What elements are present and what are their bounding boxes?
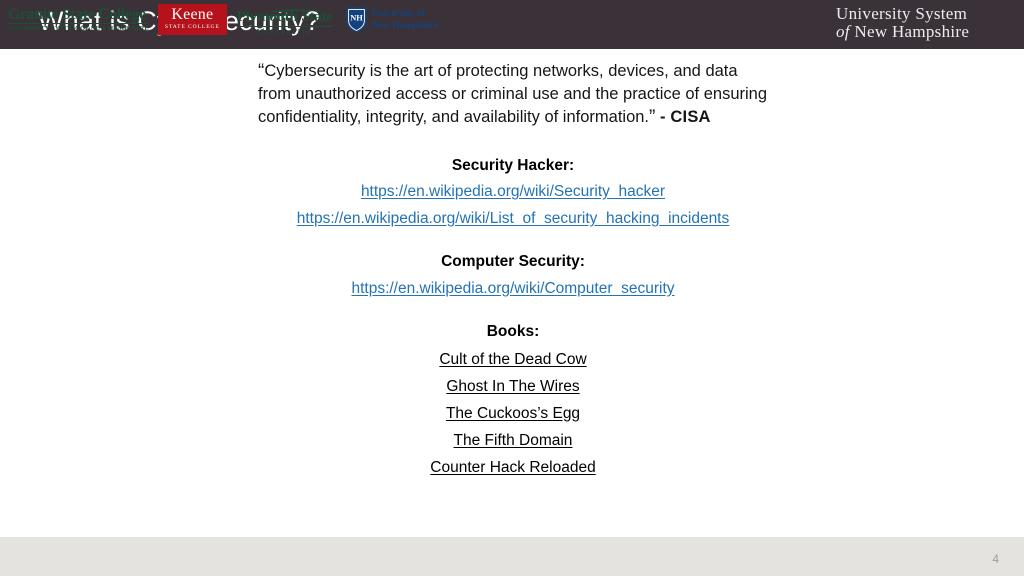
book-item[interactable]: Ghost In The Wires (258, 373, 768, 400)
plymouth-state-name: Plymouth State (236, 8, 333, 25)
plymouth-swoosh-icon (255, 4, 327, 12)
cisa-quote-block: “Cybersecurity is the art of protecting … (258, 60, 768, 130)
university-of-new-hampshire-logo: NH University of New Hampshire (346, 7, 438, 33)
keene-state-college-tagline: State College (164, 24, 220, 31)
plymouth-state-tagline: University (236, 25, 333, 36)
keene-state-college-name: Keene (171, 5, 214, 23)
granite-state-college-name: Granite State College (8, 7, 149, 25)
unh-line1: University of (371, 8, 425, 19)
usnh-logo-of: of (836, 21, 850, 41)
section-security-hacker: Security Hacker: https://en.wikipedia.or… (258, 153, 768, 233)
book-item[interactable]: Counter Hack Reloaded (258, 454, 768, 481)
book-item[interactable]: The Fifth Domain (258, 427, 768, 454)
spacer-after-quote (258, 130, 768, 153)
quote-attribution: - CISA (659, 108, 711, 127)
link-list-of-security-hacking-incidents[interactable]: https://en.wikipedia.org/wiki/List_of_se… (258, 206, 768, 233)
book-item[interactable]: Cult of the Dead Cow (258, 346, 768, 373)
footer-logo-group: Granite State College University System … (8, 0, 438, 39)
quote-close-mark: ” (649, 107, 656, 129)
plymouth-state-university-logo: Plymouth State University (236, 4, 333, 36)
usnh-logo-line2: of New Hampshire (836, 21, 1006, 41)
unh-line2: New Hampshire (371, 19, 438, 31)
unh-wordmark: University of New Hampshire (372, 8, 438, 31)
link-security-hacker[interactable]: https://en.wikipedia.org/wiki/Security_h… (258, 179, 768, 206)
granite-state-college-logo: Granite State College University System … (8, 7, 151, 33)
section-heading-computer-security: Computer Security: (441, 253, 585, 271)
usnh-header-logo: University System of New Hampshire (836, 5, 1006, 41)
slide-number: 4 (992, 552, 999, 566)
unh-shield-icon: NH (346, 7, 367, 33)
spacer-after-security-hacker (258, 232, 768, 249)
spacer-after-computer-security (258, 302, 768, 319)
slide-content: “Cybersecurity is the art of protecting … (258, 60, 768, 481)
section-heading-books: Books: (486, 323, 540, 341)
section-heading-security-hacker: Security Hacker: (451, 156, 575, 174)
svg-text:NH: NH (350, 13, 363, 22)
section-computer-security: Computer Security: https://en.wikipedia.… (258, 249, 768, 302)
slide-footer-bar (0, 537, 1024, 576)
link-computer-security[interactable]: https://en.wikipedia.org/wiki/Computer_s… (258, 276, 768, 303)
keene-state-college-logo: Keene State College (157, 3, 227, 36)
granite-state-college-tagline: University System of New Hampshire (8, 25, 149, 33)
section-books: Books: Cult of the Dead Cow Ghost In The… (258, 319, 768, 481)
book-item[interactable]: The Cuckoos’s Egg (258, 400, 768, 427)
usnh-logo-state: New Hampshire (854, 21, 970, 41)
usnh-logo-line1: University System (836, 4, 968, 23)
